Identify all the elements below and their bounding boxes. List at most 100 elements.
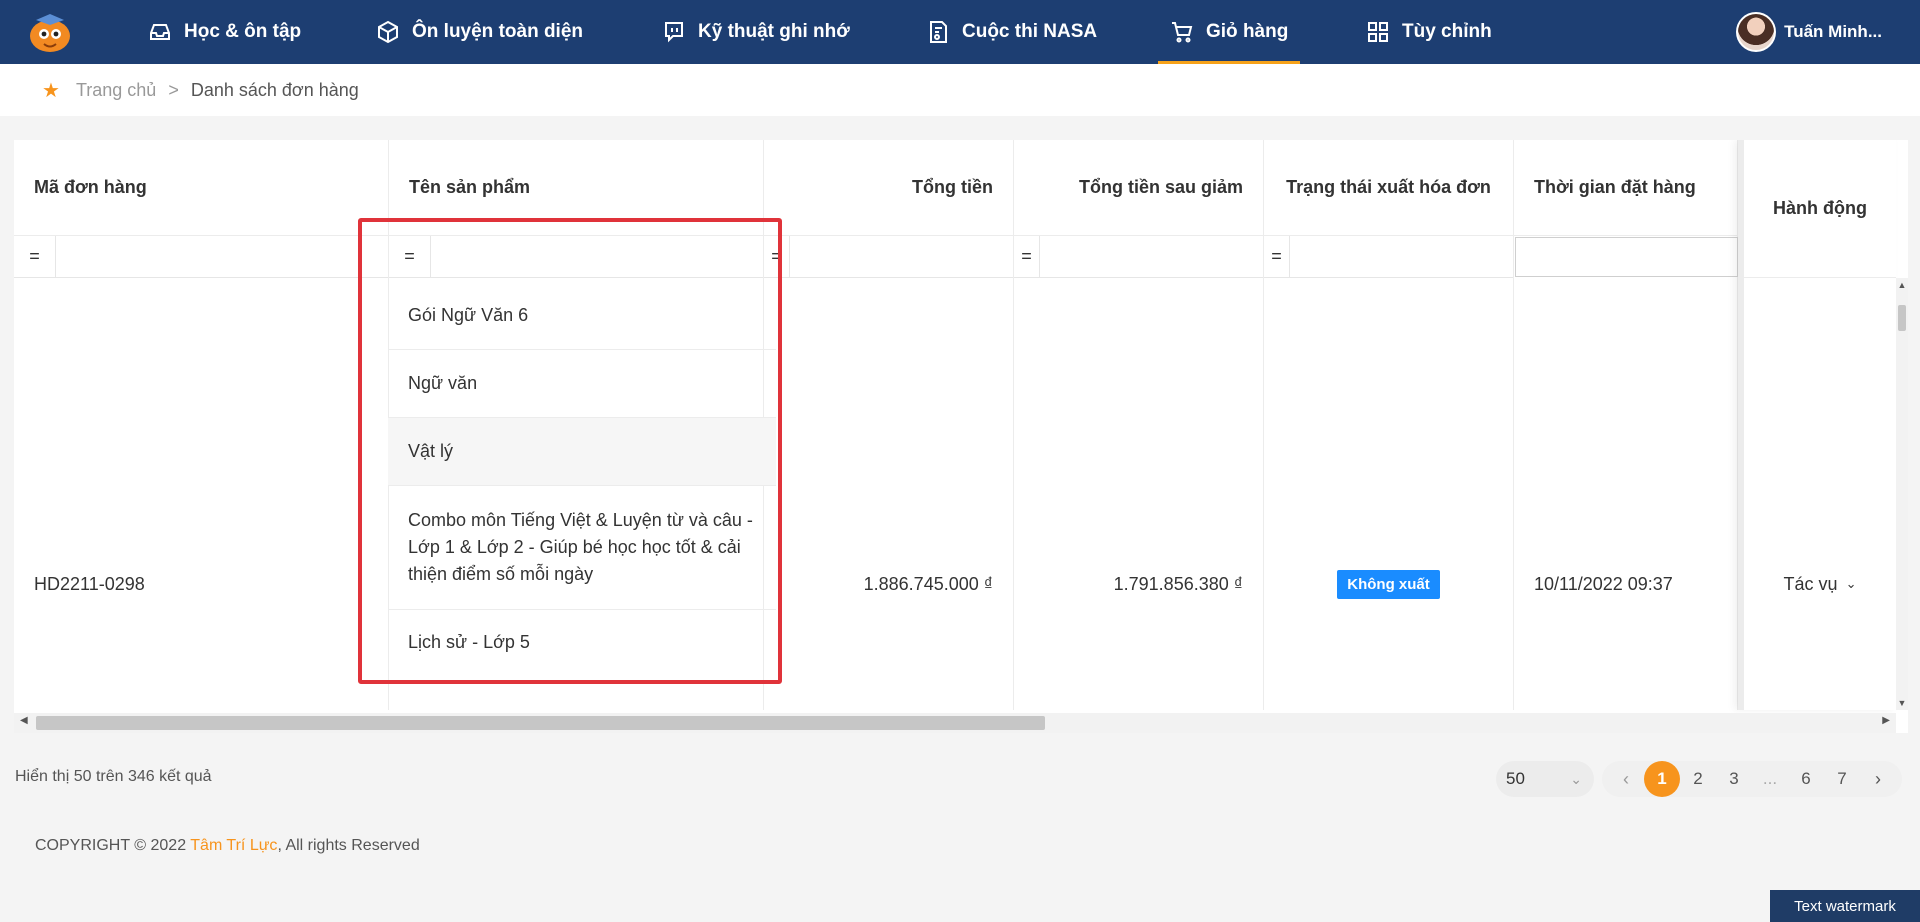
vertical-scrollbar[interactable]: ▲ ▼ — [1896, 278, 1908, 710]
header-total-after-discount[interactable]: Tổng tiền sau giảm — [1014, 140, 1263, 236]
status-badge: Không xuất — [1337, 569, 1440, 599]
nav-item-tuy-chinh[interactable]: Tùy chỉnh — [1366, 0, 1492, 64]
column-order-time: Thời gian đặt hàng 10/11/2022 09:37 — [1514, 140, 1738, 710]
header-product[interactable]: Tên sản phẩm — [389, 140, 763, 236]
list-item[interactable]: Vật lý — [388, 418, 776, 486]
breadcrumb-home[interactable]: Trang chủ — [76, 80, 156, 101]
product-dropdown-list: Gói Ngữ Văn 6 Ngữ văn Vật lý Combo môn T… — [388, 282, 776, 674]
cell-total: 1.886.745.000 ₫ — [863, 573, 993, 594]
nav-item-gio-hang[interactable]: Giỏ hàng — [1157, 0, 1301, 64]
orders-table: Mã đơn hàng = HD2211-0298 Tên sản phẩm =… — [14, 140, 1908, 733]
scroll-up-icon[interactable]: ▲ — [1896, 280, 1908, 290]
scroll-left-icon[interactable]: ◀ — [20, 715, 28, 726]
user-menu[interactable]: Tuấn Minh... — [1736, 11, 1882, 53]
next-page-icon[interactable]: › — [1860, 761, 1896, 797]
filter-operator[interactable]: = — [14, 236, 56, 277]
list-item[interactable]: Combo môn Tiếng Việt & Luyện từ và câu -… — [388, 486, 776, 610]
cart-icon — [1172, 22, 1193, 43]
nav-item-label: Giỏ hàng — [1206, 21, 1289, 42]
nav-item-on-luyen-toan-dien[interactable]: Ôn luyện toàn diện — [376, 0, 583, 64]
cell-order-id: HD2211-0298 — [34, 573, 145, 594]
nav-item-label: Ôn luyện toàn diện — [412, 21, 584, 42]
action-dropdown[interactable]: Tác vụ ⌄ — [1744, 560, 1896, 608]
results-summary: Hiển thị 50 trên 346 kết quả — [15, 768, 212, 785]
user-name: Tuấn Minh... — [1784, 22, 1882, 41]
page-7[interactable]: 7 — [1824, 761, 1860, 797]
list-item[interactable]: Gói Ngữ Văn 6 — [388, 282, 776, 350]
header-action: Hành động — [1744, 140, 1896, 278]
column-total-after-discount: Tổng tiền sau giảm = 1.791.856.380 ₫ — [1014, 140, 1264, 710]
page-size-value: 50 — [1506, 769, 1525, 788]
filter-product: = — [389, 236, 763, 278]
copyright: COPYRIGHT © 2022 Tâm Trí Lực, All rights… — [35, 837, 420, 855]
nav-item-ky-thuat-ghi-nho[interactable]: Kỹ thuật ghi nhớ — [662, 0, 850, 64]
cell-order-time: 10/11/2022 09:37 — [1534, 573, 1673, 594]
filter-total-after-discount: = — [1014, 236, 1263, 278]
scrollbar-thumb[interactable] — [36, 716, 1045, 730]
filter-order-time-input[interactable] — [1515, 237, 1738, 277]
filter-operator[interactable]: = — [1014, 236, 1040, 277]
column-action: Hành động Tác vụ ⌄ — [1738, 140, 1896, 710]
scroll-down-icon[interactable]: ▼ — [1896, 698, 1908, 708]
nav-item-hoc-on-tap[interactable]: Học & ôn tập — [148, 0, 301, 64]
avatar — [1736, 12, 1777, 52]
page-list: ‹ 1 2 3 ... 6 7 › — [1602, 761, 1902, 797]
list-item[interactable]: Lịch sử - Lớp 5 — [388, 610, 776, 674]
breadcrumb-current: Danh sách đơn hàng — [190, 79, 359, 100]
column-invoice-status: Trạng thái xuất hóa đơn = Không xuất — [1264, 140, 1514, 710]
filter-order-id-input[interactable] — [56, 236, 388, 277]
inbox-icon — [150, 24, 170, 40]
column-order-id: Mã đơn hàng = HD2211-0298 — [14, 140, 389, 710]
nav-item-label: Cuộc thi NASA — [962, 21, 1098, 42]
page-size-select[interactable]: 50 ⌄ — [1496, 761, 1594, 797]
header-total[interactable]: Tổng tiền — [764, 140, 1013, 236]
cell-total-after-discount: 1.791.856.380 ₫ — [1113, 573, 1243, 594]
page-2[interactable]: 2 — [1680, 761, 1716, 797]
nav-item-label: Kỹ thuật ghi nhớ — [698, 21, 850, 42]
filter-operator[interactable]: = — [389, 236, 431, 277]
top-navigation: Học & ôn tập Ôn luyện toàn diện Kỹ thuật… — [0, 0, 1920, 64]
chat-icon — [665, 22, 683, 43]
certificate-icon — [930, 21, 947, 43]
breadcrumb: ★ Trang chủ > Danh sách đơn hàng — [0, 64, 1920, 116]
page-3[interactable]: 3 — [1716, 761, 1752, 797]
header-order-time[interactable]: Thời gian đặt hàng — [1514, 140, 1737, 236]
filter-invoice-status: = — [1264, 236, 1513, 278]
chevron-down-icon: ⌄ — [1845, 576, 1857, 591]
filter-invoice-status-input[interactable] — [1290, 236, 1513, 277]
filter-operator[interactable]: = — [1264, 236, 1290, 277]
filter-order-id: = — [14, 236, 388, 278]
chevron-down-icon: ⌄ — [1570, 770, 1582, 787]
list-item[interactable]: Ngữ văn — [388, 350, 776, 418]
pagination: 50 ⌄ ‹ 1 2 3 ... 6 7 › — [1496, 761, 1902, 797]
column-total: Tổng tiền = 1.886.745.000 ₫ — [764, 140, 1014, 710]
prev-page-icon[interactable]: ‹ — [1608, 761, 1644, 797]
breadcrumb-separator: > — [168, 79, 179, 100]
page-1[interactable]: 1 — [1644, 761, 1680, 797]
filter-total-input[interactable] — [790, 236, 1013, 277]
star-icon: ★ — [42, 79, 60, 102]
horizontal-scrollbar[interactable]: ◀ ▶ — [14, 713, 1896, 733]
filter-total-after-discount-input[interactable] — [1040, 236, 1263, 277]
filter-total: = — [764, 236, 1013, 278]
grid-icon — [1368, 22, 1388, 42]
page-6[interactable]: 6 — [1788, 761, 1824, 797]
logo-icon[interactable] — [24, 12, 74, 54]
copyright-suffix: , All rights Reserved — [277, 837, 420, 854]
scrollbar-thumb[interactable] — [1898, 305, 1906, 331]
nav-item-cuoc-thi-nasa[interactable]: Cuộc thi NASA — [926, 0, 1097, 64]
nav-item-label: Học & ôn tập — [184, 21, 302, 42]
action-label: Tác vụ — [1783, 573, 1838, 594]
header-invoice-status[interactable]: Trạng thái xuất hóa đơn — [1264, 140, 1513, 236]
watermark: Text watermark — [1770, 890, 1920, 922]
box-icon — [378, 20, 398, 44]
scroll-right-icon[interactable]: ▶ — [1882, 715, 1890, 726]
header-order-id[interactable]: Mã đơn hàng — [14, 140, 388, 236]
page-ellipsis[interactable]: ... — [1752, 761, 1788, 797]
cell-invoice-status: Không xuất — [1264, 560, 1513, 608]
copyright-brand[interactable]: Tâm Trí Lực — [190, 837, 277, 854]
nav-item-label: Tùy chỉnh — [1402, 21, 1492, 42]
filter-product-input[interactable] — [431, 236, 763, 277]
filter-operator[interactable]: = — [764, 236, 790, 277]
copyright-prefix: COPYRIGHT © 2022 — [35, 837, 191, 854]
